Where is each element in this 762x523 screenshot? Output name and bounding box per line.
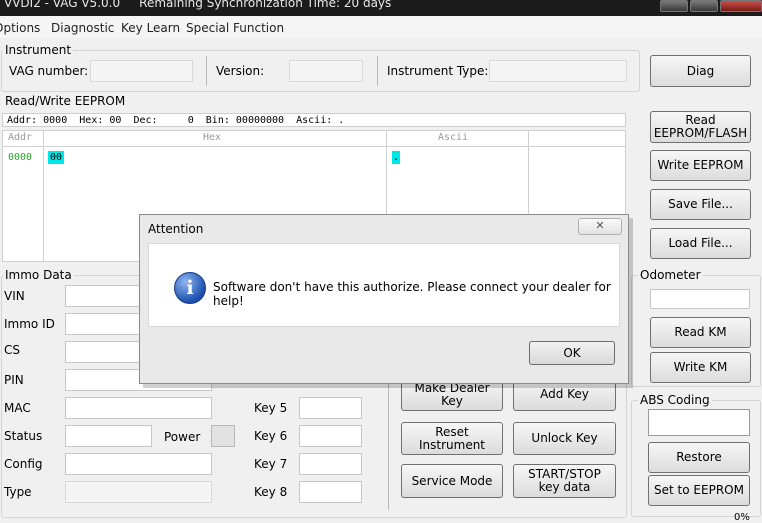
type-field[interactable]	[65, 481, 212, 503]
instrument-type-field[interactable]	[489, 60, 627, 82]
hex-cell-selected[interactable]: 00	[48, 151, 65, 164]
vag-number-label: VAG number:	[9, 64, 89, 78]
immo-id-label: Immo ID	[4, 317, 55, 331]
key-6-label: Key 6	[254, 429, 288, 443]
version-label: Version:	[216, 64, 265, 78]
window-controls	[660, 0, 762, 12]
info-icon: i	[174, 272, 206, 304]
save-file-button[interactable]: Save File...	[650, 189, 751, 220]
odometer-group-label: Odometer	[638, 268, 703, 282]
key-8-label: Key 8	[254, 485, 288, 499]
type-label: Type	[4, 485, 32, 499]
key-7-field[interactable]	[299, 453, 362, 475]
column-header-hex: Hex	[203, 132, 222, 143]
status-dec-value: 0	[187, 115, 194, 126]
dialog-message: Software don't have this authorize. Plea…	[213, 280, 611, 308]
key-5-label: Key 5	[254, 401, 288, 415]
unlock-key-button[interactable]: Unlock Key	[513, 422, 616, 455]
instrument-group-label: Instrument	[3, 43, 74, 57]
vin-label: VIN	[4, 289, 25, 303]
status-label: Status	[4, 429, 43, 443]
service-mode-button[interactable]: Service Mode	[401, 464, 503, 498]
menu-diagnostic[interactable]: Diagnostic	[51, 21, 114, 35]
minimize-button[interactable]	[660, 0, 688, 12]
power-label: Power	[164, 430, 201, 444]
restore-button[interactable]: Restore	[648, 442, 750, 473]
version-field[interactable]	[289, 60, 363, 82]
config-field[interactable]	[65, 453, 212, 475]
config-label: Config	[4, 457, 43, 471]
write-km-button[interactable]: Write KM	[650, 352, 751, 383]
title-bar: VVDI2 - VAG V5.0.0 Remaining Synchroniza…	[0, 0, 762, 16]
read-eeprom-flash-button[interactable]: Read EEPROM/FLASH	[650, 111, 751, 143]
separator	[206, 56, 207, 86]
column-header-addr: Addr	[8, 132, 33, 143]
hex-editor-header: Addr Hex Ascii	[3, 131, 625, 147]
key-8-field[interactable]	[299, 481, 362, 503]
read-km-button[interactable]: Read KM	[650, 317, 751, 348]
instrument-type-label: Instrument Type:	[387, 64, 489, 78]
menu-special-function[interactable]: Special Function	[186, 21, 284, 35]
load-file-button[interactable]: Load File...	[650, 228, 751, 259]
power-indicator	[211, 425, 235, 447]
status-hex-value: 00	[109, 115, 122, 126]
window-title: VVDI2 - VAG V5.0.0 Remaining Synchroniza…	[4, 0, 392, 10]
ok-button[interactable]: OK	[529, 341, 615, 365]
reset-instrument-button[interactable]: Reset Instrument	[401, 422, 503, 455]
mac-label: MAC	[4, 401, 31, 415]
dialog-body: i Software don't have this authorize. Pl…	[148, 243, 620, 327]
key-5-field[interactable]	[299, 397, 362, 419]
vag-number-field[interactable]	[90, 60, 193, 82]
close-window-button[interactable]	[720, 0, 762, 12]
key-6-field[interactable]	[299, 425, 362, 447]
odometer-field[interactable]	[650, 289, 750, 309]
eeprom-group-label: Read/Write EEPROM	[5, 94, 126, 108]
abs-coding-field[interactable]	[648, 409, 750, 436]
menu-key-learn[interactable]: Key Learn	[121, 21, 180, 35]
eeprom-status-bar: Addr: 0000 Hex: 00 Dec: 0 Bin: 00000000 …	[2, 113, 626, 127]
status-field[interactable]	[65, 425, 152, 447]
row-addr: 0000	[8, 152, 33, 163]
pin-label: PIN	[4, 373, 24, 387]
key-7-label: Key 7	[254, 457, 288, 471]
start-stop-key-data-button[interactable]: START/STOP key data	[513, 464, 616, 498]
separator	[388, 382, 389, 510]
column-header-ascii: Ascii	[438, 132, 469, 143]
attention-dialog: Attention ✕ i Software don't have this a…	[139, 214, 629, 384]
separator	[377, 56, 378, 86]
status-addr-value: 0000	[43, 115, 68, 126]
mac-field[interactable]	[65, 397, 212, 419]
dialog-close-button[interactable]: ✕	[578, 218, 622, 235]
column-divider	[43, 131, 44, 261]
write-eeprom-button[interactable]: Write EEPROM	[650, 150, 751, 181]
immo-data-group-label: Immo Data	[3, 268, 74, 282]
menu-options[interactable]: Options	[0, 21, 40, 35]
cs-label: CS	[4, 343, 20, 357]
dialog-title: Attention	[148, 222, 204, 236]
menu-bar: Options Diagnostic Key Learn Special Fun…	[0, 16, 762, 38]
diag-button[interactable]: Diag	[650, 55, 751, 87]
abs-coding-group-label: ABS Coding	[638, 393, 712, 407]
close-icon: ✕	[595, 219, 605, 232]
status-bin-value: 00000000	[235, 115, 285, 126]
ascii-cell-selected[interactable]: .	[392, 151, 401, 164]
maximize-button[interactable]	[690, 0, 718, 12]
set-to-eeprom-button[interactable]: Set to EEPROM	[648, 475, 750, 506]
status-ascii-value: .	[338, 115, 345, 126]
